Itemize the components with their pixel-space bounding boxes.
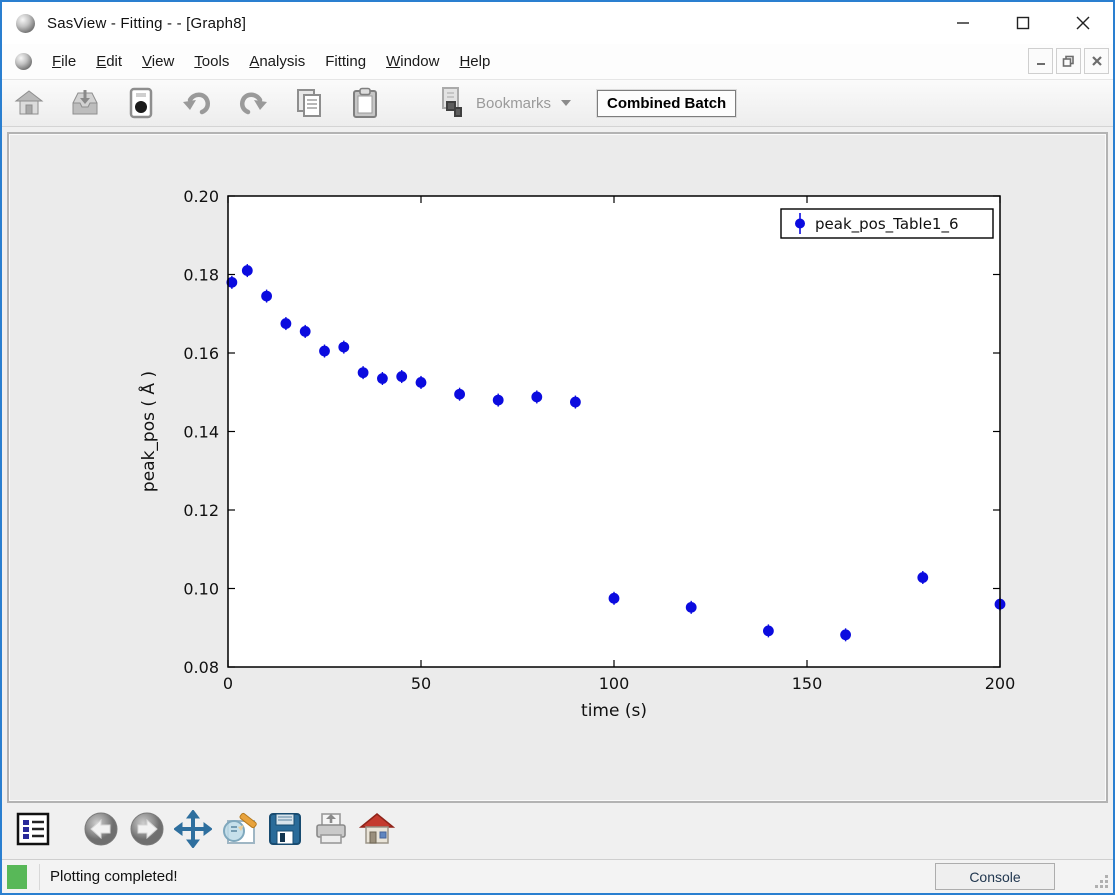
svg-text:0.10: 0.10 bbox=[183, 580, 219, 599]
close-icon bbox=[1075, 15, 1091, 31]
svg-text:0.20: 0.20 bbox=[183, 187, 219, 206]
status-bar: Plotting completed! Console bbox=[2, 859, 1113, 893]
redo-icon[interactable] bbox=[236, 85, 270, 121]
mdi-window-controls bbox=[1028, 48, 1109, 74]
window-controls bbox=[933, 2, 1113, 44]
maximize-button[interactable] bbox=[993, 2, 1053, 44]
zoom-rect-icon[interactable] bbox=[220, 810, 258, 848]
legend-label: peak_pos_Table1_6 bbox=[815, 215, 959, 234]
child-restore-button[interactable] bbox=[1056, 48, 1081, 74]
svg-text:0.16: 0.16 bbox=[183, 344, 219, 363]
app-logo-icon bbox=[16, 14, 35, 33]
window-title: SasView - Fitting - - [Graph8] bbox=[47, 15, 246, 32]
child-minimize-icon bbox=[1035, 55, 1047, 67]
svg-text:100: 100 bbox=[599, 674, 630, 693]
maximize-icon bbox=[1015, 15, 1031, 31]
back-icon[interactable] bbox=[82, 810, 120, 848]
svg-text:0.08: 0.08 bbox=[183, 658, 219, 677]
bookmarks-dropdown-icon[interactable] bbox=[561, 100, 571, 106]
status-message: Plotting completed! bbox=[50, 868, 178, 885]
reset-home-icon[interactable] bbox=[358, 810, 396, 848]
menu-items: FileEditViewToolsAnalysisFittingWindowHe… bbox=[42, 53, 500, 71]
x-axis-label: time (s) bbox=[581, 701, 647, 721]
title-bar: SasView - Fitting - - [Graph8] bbox=[2, 2, 1113, 44]
bookmark-icon[interactable] bbox=[436, 85, 470, 121]
status-indicator bbox=[7, 865, 27, 889]
child-restore-icon bbox=[1062, 55, 1075, 68]
plot-panel: 0 50 100 150 200 0.08 0.10 0.12 0.14 0.16 0.18 0.20… bbox=[7, 132, 1108, 803]
menu-fitting[interactable]: Fitting bbox=[315, 47, 376, 76]
close-button[interactable] bbox=[1053, 2, 1113, 44]
console-button[interactable]: Console bbox=[935, 863, 1055, 890]
y-axis-label: peak_pos ( Å ) bbox=[137, 371, 159, 492]
undo-icon[interactable] bbox=[180, 85, 214, 121]
plot-nav-toolbar bbox=[2, 803, 1113, 855]
svg-text:0: 0 bbox=[223, 674, 233, 693]
menu-help[interactable]: Help bbox=[449, 47, 500, 76]
svg-text:0.14: 0.14 bbox=[183, 423, 219, 442]
load-data-icon[interactable] bbox=[68, 85, 102, 121]
welcome-home-icon[interactable] bbox=[12, 85, 46, 121]
plot-properties-icon[interactable] bbox=[14, 810, 52, 848]
paste-icon[interactable] bbox=[348, 85, 382, 121]
svg-text:50: 50 bbox=[411, 674, 431, 693]
bookmarks-label[interactable]: Bookmarks bbox=[476, 95, 551, 112]
menu-tools[interactable]: Tools bbox=[184, 47, 239, 76]
status-separator bbox=[39, 864, 40, 890]
save-figure-icon[interactable] bbox=[266, 810, 304, 848]
menu-edit[interactable]: Edit bbox=[86, 47, 132, 76]
combined-batch-button[interactable]: Combined Batch bbox=[597, 90, 736, 117]
content-area: 0 50 100 150 200 0.08 0.10 0.12 0.14 0.16 0.18 0.20… bbox=[2, 127, 1113, 859]
menu-analysis[interactable]: Analysis bbox=[239, 47, 315, 76]
menu-file[interactable]: File bbox=[42, 47, 86, 76]
minimize-icon bbox=[955, 15, 971, 31]
menu-bar: FileEditViewToolsAnalysisFittingWindowHe… bbox=[2, 44, 1113, 80]
child-minimize-button[interactable] bbox=[1028, 48, 1053, 74]
document-logo-icon bbox=[15, 53, 32, 70]
copy-icon[interactable] bbox=[292, 85, 326, 121]
graph8-plot-canvas[interactable]: 0 50 100 150 200 0.08 0.10 0.12 0.14 0.16 0.18 0.20… bbox=[9, 134, 1106, 797]
menu-view[interactable]: View bbox=[132, 47, 184, 76]
svg-text:0.12: 0.12 bbox=[183, 501, 219, 520]
report-icon[interactable] bbox=[124, 85, 158, 121]
menu-window[interactable]: Window bbox=[376, 47, 449, 76]
print-icon[interactable] bbox=[312, 810, 350, 848]
svg-text:200: 200 bbox=[985, 674, 1016, 693]
pan-icon[interactable] bbox=[174, 810, 212, 848]
child-close-icon bbox=[1091, 55, 1103, 67]
svg-text:150: 150 bbox=[792, 674, 823, 693]
app-window: SasView - Fitting - - [Graph8] FileEditV… bbox=[0, 0, 1115, 895]
svg-text:0.18: 0.18 bbox=[183, 266, 219, 285]
forward-icon[interactable] bbox=[128, 810, 166, 848]
main-toolbar: Bookmarks Combined Batch bbox=[2, 80, 1113, 127]
minimize-button[interactable] bbox=[933, 2, 993, 44]
child-close-button[interactable] bbox=[1084, 48, 1109, 74]
bookmarks-group: Bookmarks bbox=[436, 85, 571, 121]
resize-grip[interactable] bbox=[1095, 875, 1109, 889]
